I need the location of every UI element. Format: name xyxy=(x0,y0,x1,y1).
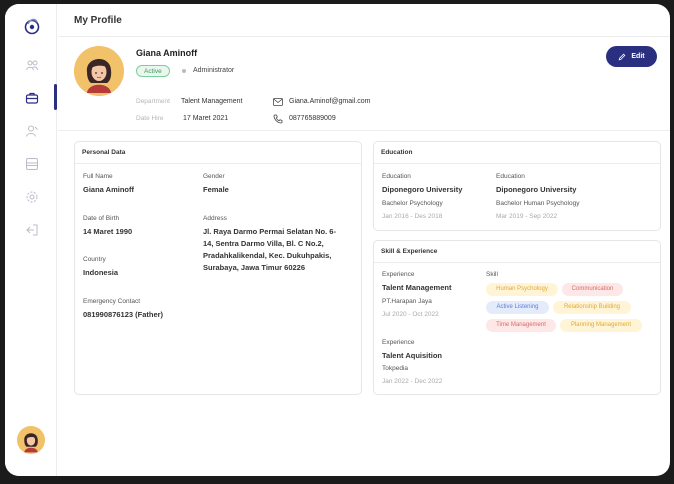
skill-chip: Active Listening xyxy=(486,301,549,314)
profile-header: Giana Aminoff Active Administrator Edit … xyxy=(58,38,670,131)
mail-icon xyxy=(273,98,283,106)
education-school: Diponegoro University xyxy=(382,185,463,194)
profile-name: Giana Aminoff xyxy=(136,48,198,58)
skill-chip: Relationship Building xyxy=(553,301,631,314)
experience-label: Experience xyxy=(382,339,415,346)
department-label: Department xyxy=(136,98,170,105)
education-label: Education xyxy=(382,173,411,180)
department-value: Talent Management xyxy=(181,98,243,105)
edit-button[interactable]: Edit xyxy=(606,46,657,67)
experience-role: Talent Management xyxy=(382,283,452,292)
edit-button-label: Edit xyxy=(631,53,645,60)
separator-dot xyxy=(182,69,186,73)
education-degree: Bachelor Psychology xyxy=(382,200,443,207)
skill-chip: Time Management xyxy=(486,319,556,332)
skill-chip: Communication xyxy=(562,283,623,296)
experience-role: Talent Aquisition xyxy=(382,351,442,360)
app-window: My Profile Giana Aminoff Active Administ… xyxy=(5,4,670,476)
nav-active-indicator xyxy=(54,84,57,110)
page-title: My Profile xyxy=(58,4,670,37)
people-icon[interactable] xyxy=(25,58,39,72)
phone-value[interactable]: 087765889009 xyxy=(289,115,336,122)
experience-label: Experience xyxy=(382,271,415,278)
date-hire-value: 17 Maret 2021 xyxy=(183,115,229,122)
emergency-contact-label: Emergency Contact xyxy=(83,298,141,305)
date-hire-label: Date Hire xyxy=(136,115,164,122)
dob-value: 14 Maret 1990 xyxy=(83,227,133,236)
full-name-label: Full Name xyxy=(83,173,113,180)
full-name-value: Giana Aminoff xyxy=(83,185,134,194)
experience-company: Tokpedia xyxy=(382,365,409,372)
dob-label: Date of Birth xyxy=(83,215,120,222)
briefcase-icon[interactable] xyxy=(25,91,39,105)
address-label: Address xyxy=(203,215,227,222)
personal-data-card: Personal Data Full Name Giana Aminoff Ge… xyxy=(74,141,362,395)
country-label: Country xyxy=(83,256,106,263)
skill-label: Skill xyxy=(486,271,498,278)
layout-icon[interactable] xyxy=(25,157,39,171)
education-title: Education xyxy=(374,142,660,164)
pencil-icon xyxy=(619,53,626,60)
education-label: Education xyxy=(496,173,525,180)
profile-avatar xyxy=(74,46,124,96)
country-value: Indonesia xyxy=(83,268,119,277)
user-icon[interactable] xyxy=(25,124,39,138)
education-school: Diponegoro University xyxy=(496,185,577,194)
logout-icon[interactable] xyxy=(25,223,39,237)
experience-period: Jan 2022 - Dec 2022 xyxy=(382,378,443,385)
status-badge: Active xyxy=(136,65,170,77)
skill-chip: Planning Management xyxy=(560,319,642,332)
experience-company: PT.Harapan Jaya xyxy=(382,298,432,305)
skill-experience-card: Skill & Experience Experience Talent Man… xyxy=(373,240,661,395)
education-degree: Bachelor Human Psychology xyxy=(496,200,580,207)
main-content: My Profile Giana Aminoff Active Administ… xyxy=(58,4,670,476)
education-period: Jan 2016 - Des 2018 xyxy=(382,213,443,220)
gender-value: Female xyxy=(203,185,229,194)
gender-label: Gender xyxy=(203,173,225,180)
sidebar xyxy=(5,4,57,476)
phone-icon xyxy=(273,114,283,124)
logo-icon[interactable] xyxy=(24,17,40,35)
education-card: Education Education Diponegoro Universit… xyxy=(373,141,661,231)
experience-period: Jul 2020 - Oct 2022 xyxy=(382,311,439,318)
skill-chip: Human Psychology xyxy=(486,283,558,296)
emergency-contact-value: 081990876123 (Father) xyxy=(83,310,164,319)
settings-icon[interactable] xyxy=(25,190,39,204)
education-period: Mar 2019 - Sep 2022 xyxy=(496,213,558,220)
skill-experience-title: Skill & Experience xyxy=(374,241,660,263)
personal-data-title: Personal Data xyxy=(75,142,361,164)
email-value[interactable]: Giana.Aminof@gmail.com xyxy=(289,98,370,105)
avatar[interactable] xyxy=(17,426,45,454)
address-value: Jl. Raya Darmo Permai Selatan No. 6-14, … xyxy=(203,227,336,272)
profile-role: Administrator xyxy=(193,67,235,74)
